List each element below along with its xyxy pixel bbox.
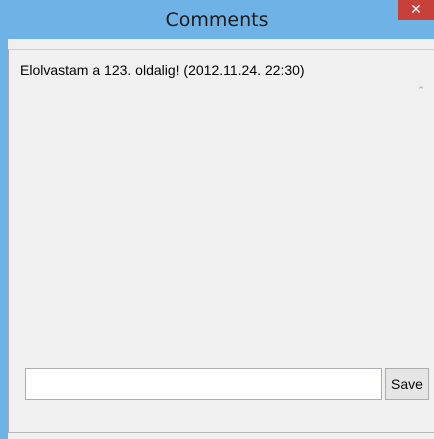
window-title: Comments — [165, 9, 269, 31]
list-item[interactable]: Elolvastam a 123. oldalig! (2012.11.24. … — [20, 62, 305, 78]
comments-window: Comments ✕ Elolvastam a 123. oldalig! (2… — [0, 0, 434, 439]
divider — [8, 432, 434, 433]
comment-input[interactable] — [25, 368, 382, 400]
save-button[interactable]: Save — [385, 368, 429, 400]
title-bar[interactable]: Comments ✕ — [0, 0, 434, 39]
close-icon: ✕ — [410, 2, 422, 18]
scroll-up-arrow-icon[interactable]: ⌃ — [416, 86, 426, 96]
close-button[interactable]: ✕ — [398, 0, 434, 20]
